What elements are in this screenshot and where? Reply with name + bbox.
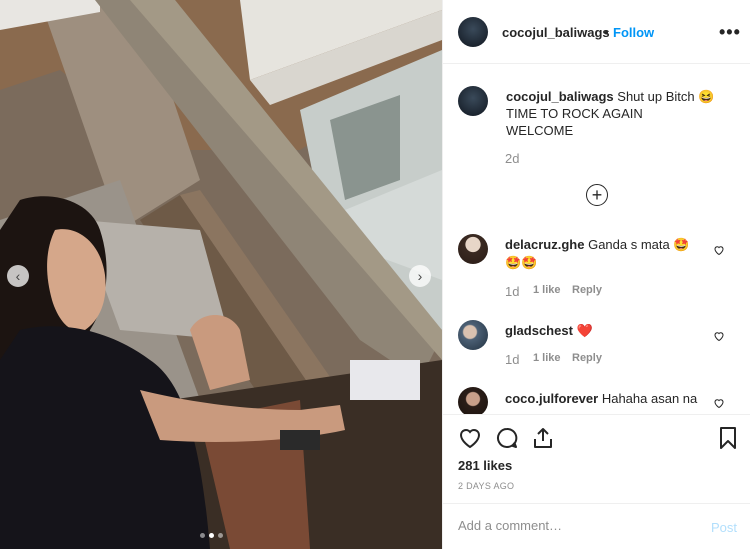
comment-input[interactable]: [458, 518, 688, 533]
carousel-next-button[interactable]: ›: [409, 265, 431, 287]
commenter-username[interactable]: gladschest: [505, 323, 573, 338]
comment-likes[interactable]: 1 like: [533, 352, 572, 367]
comment-text: gladschest ❤️: [505, 322, 725, 340]
carousel-dot-active: [209, 533, 214, 538]
comment-bubble-icon[interactable]: [495, 426, 519, 450]
author-avatar[interactable]: [458, 17, 488, 47]
comment-likes[interactable]: 1 like: [533, 284, 572, 299]
reply-button[interactable]: Reply: [572, 284, 602, 299]
caption-author-avatar[interactable]: [458, 86, 488, 116]
more-options-icon[interactable]: •••: [719, 22, 741, 43]
post-side-panel: cocojul_baliwags • Follow ••• cocojul_ba…: [442, 0, 750, 549]
like-heart-icon[interactable]: [458, 426, 482, 450]
header-separator: •: [604, 25, 609, 40]
reply-button[interactable]: Reply: [572, 352, 602, 367]
commenter-avatar[interactable]: [458, 387, 488, 417]
caption-line-1: Shut up Bitch 😆: [617, 89, 715, 104]
load-more-comments-button[interactable]: +: [586, 184, 608, 206]
photo-illustration: [0, 0, 442, 549]
plus-icon: +: [591, 185, 603, 205]
caption-username[interactable]: cocojul_baliwags: [506, 89, 614, 104]
like-comment-heart-icon[interactable]: [713, 397, 725, 409]
comment-meta: 1d 1 like Reply: [505, 284, 602, 299]
comment-meta: 1d 1 like Reply: [505, 352, 602, 367]
follow-button[interactable]: Follow: [613, 25, 654, 40]
post-comment-button[interactable]: Post: [711, 520, 737, 535]
comment-text: delacruz.ghe Ganda s mata 🤩 🤩🤩: [505, 236, 725, 272]
post-actions: 281 likes 2 DAYS AGO Post: [443, 414, 750, 549]
comment-body: ❤️: [576, 323, 593, 338]
like-comment-heart-icon[interactable]: [713, 330, 725, 342]
commenter-username[interactable]: delacruz.ghe: [505, 237, 584, 252]
carousel-prev-button[interactable]: ‹: [7, 265, 29, 287]
carousel-indicator: [200, 533, 223, 538]
bookmark-icon[interactable]: [716, 426, 740, 450]
carousel-dot: [218, 533, 223, 538]
post-caption: cocojul_baliwags Shut up Bitch 😆 TIME TO…: [506, 88, 738, 139]
post-photo[interactable]: ‹ ›: [0, 0, 442, 549]
post-date[interactable]: 2 DAYS AGO: [458, 481, 514, 491]
caption-line-3: WELCOME: [506, 123, 574, 138]
chevron-left-icon: ‹: [15, 268, 21, 284]
author-username[interactable]: cocojul_baliwags: [502, 25, 610, 40]
like-comment-heart-icon[interactable]: [713, 244, 725, 256]
post-header: cocojul_baliwags • Follow •••: [443, 0, 750, 64]
commenter-avatar[interactable]: [458, 234, 488, 264]
comment-body: Ganda s mata 🤩: [588, 237, 690, 252]
caption-line-2: TIME TO ROCK AGAIN: [506, 106, 643, 121]
chevron-right-icon: ›: [417, 268, 423, 284]
commenter-username[interactable]: coco.julforever: [505, 391, 598, 406]
share-icon[interactable]: [531, 426, 555, 450]
comment-body: Hahaha asan na: [601, 391, 698, 406]
caption-time[interactable]: 2d: [505, 151, 519, 166]
comment-time[interactable]: 1d: [505, 284, 533, 299]
comment-body-line-2: 🤩🤩: [505, 255, 538, 270]
commenter-avatar[interactable]: [458, 320, 488, 350]
comment-time[interactable]: 1d: [505, 352, 533, 367]
carousel-dot: [200, 533, 205, 538]
comment-text: coco.julforever Hahaha asan na: [505, 390, 725, 408]
likes-count[interactable]: 281 likes: [458, 458, 512, 473]
add-comment-bar: Post: [443, 503, 750, 549]
